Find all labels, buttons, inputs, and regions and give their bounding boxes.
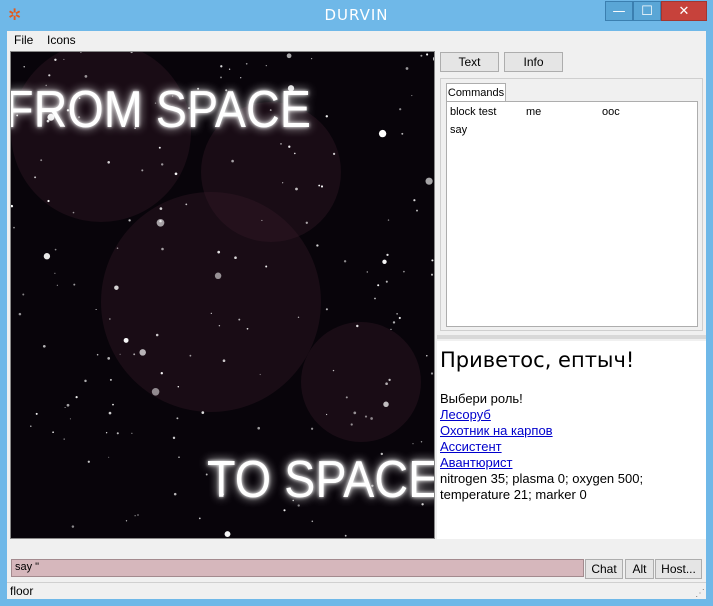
commands-list: block test me ooc say (446, 101, 698, 327)
menu-bar: File Icons (7, 31, 706, 49)
map-text-from-space: FROM SPACE (10, 81, 311, 139)
title-bar[interactable]: ✲ DURVIN — ☐ ✕ (0, 0, 713, 31)
menu-file[interactable]: File (14, 33, 33, 47)
command-me[interactable]: me (526, 106, 541, 118)
command-block-test[interactable]: block test (450, 106, 496, 118)
info-button[interactable]: Info (504, 52, 563, 72)
role-link-adventurer[interactable]: Авантюрист (440, 455, 513, 470)
greeting-text: Приветос, ептыч! (440, 348, 635, 372)
menu-icons[interactable]: Icons (47, 33, 76, 47)
map-text-to-space: TO SPACE (207, 451, 435, 509)
maximize-button[interactable]: ☐ (633, 1, 661, 21)
app-window: ✲ DURVIN — ☐ ✕ File Icons FROM SPACE TO … (0, 0, 713, 606)
resize-grip-icon[interactable]: ⋰ (695, 588, 705, 599)
role-link-assistant[interactable]: Ассистент (440, 439, 502, 454)
panel-splitter[interactable] (437, 335, 706, 339)
status-text: floor (10, 584, 34, 598)
gas-readout-line1: nitrogen 35; plasma 0; oxygen 500; (440, 471, 644, 486)
alt-button[interactable]: Alt (625, 559, 654, 579)
chat-button[interactable]: Chat (585, 559, 623, 579)
gas-readout-line2: temperature 21; marker 0 (440, 487, 587, 502)
input-bar: say " Chat Alt Host... (7, 558, 706, 580)
role-link-lumberjack[interactable]: Лесоруб (440, 407, 491, 422)
host-button[interactable]: Host... (655, 559, 702, 579)
status-bar: floor ⋰ (7, 582, 706, 600)
map-viewport[interactable]: FROM SPACE TO SPACE (10, 51, 435, 539)
info-panel: Commands block test me ooc say (440, 78, 703, 331)
role-link-carp-hunter[interactable]: Охотник на карпов (440, 423, 553, 438)
role-prompt: Выбери роль! (440, 391, 523, 406)
command-say[interactable]: say (450, 124, 467, 136)
client-area: File Icons FROM SPACE TO SPACE Text Info… (7, 31, 706, 599)
close-button[interactable]: ✕ (661, 1, 707, 21)
text-button[interactable]: Text (440, 52, 499, 72)
command-ooc[interactable]: ooc (602, 106, 620, 118)
tab-commands[interactable]: Commands (446, 83, 506, 102)
minimize-button[interactable]: — (605, 1, 633, 21)
right-panel: Text Info Commands block test me ooc say… (437, 51, 706, 539)
command-input[interactable]: say " (11, 559, 584, 577)
output-panel: Приветос, ептыч! Выбери роль! Лесоруб Ох… (437, 341, 706, 539)
